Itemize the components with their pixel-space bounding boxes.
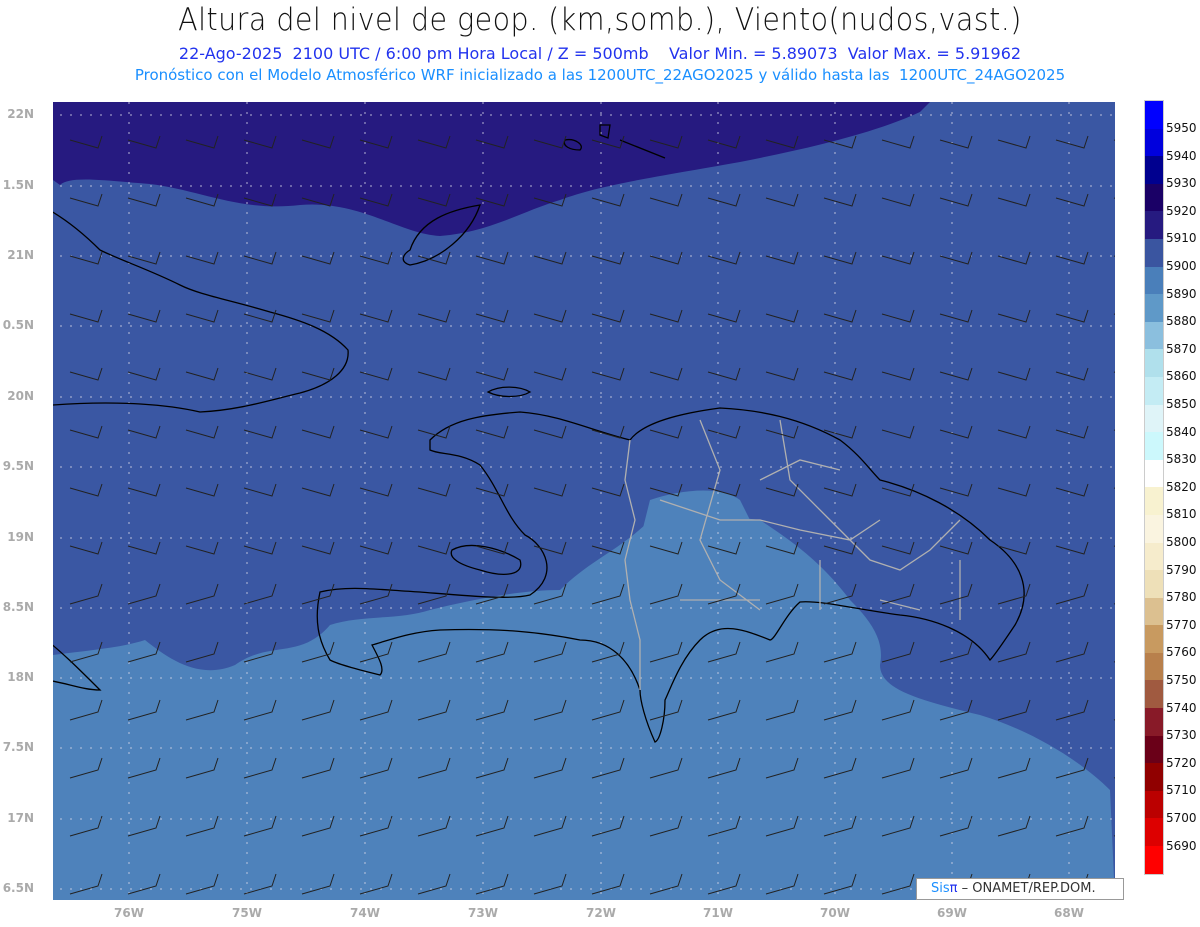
- wind-barb: [1113, 487, 1115, 489]
- colorbar-label: 5890: [1166, 286, 1197, 301]
- lon-tick-label: 68W: [1054, 906, 1084, 920]
- lat-tick-label: 20N: [7, 389, 34, 403]
- wind-barb: [1113, 139, 1115, 141]
- wind-barb: [1113, 661, 1115, 663]
- colorbar-segment: [1145, 680, 1163, 709]
- colorbar-segment: [1145, 101, 1163, 129]
- lat-tick-label: 17N: [7, 811, 34, 825]
- lon-tick-label: 73W: [468, 906, 498, 920]
- lat-tick-label: 7.5N: [2, 740, 34, 754]
- colorbar-segment: [1145, 294, 1163, 322]
- colorbar-label: 5910: [1166, 231, 1197, 246]
- colorbar-segment: [1145, 459, 1163, 488]
- lon-tick-label: 69W: [937, 906, 967, 920]
- colorbar-segment: [1145, 183, 1163, 212]
- colorbar-segment: [1145, 238, 1163, 267]
- colorbar: [1144, 100, 1164, 875]
- colorbar-label: 5900: [1166, 259, 1197, 273]
- colorbar-segment: [1145, 708, 1163, 736]
- colorbar-label: 5730: [1166, 728, 1197, 743]
- colorbar-segment: [1145, 156, 1163, 184]
- wind-barb: [1113, 603, 1115, 605]
- wind-barb: [1113, 371, 1115, 373]
- wind-barb: [1113, 545, 1115, 547]
- colorbar-segment: [1145, 349, 1163, 377]
- colorbar-label: 5940: [1166, 148, 1197, 163]
- colorbar-segment: [1145, 211, 1163, 239]
- colorbar-segment: [1145, 487, 1163, 515]
- colorbar-label: 5840: [1166, 424, 1197, 439]
- colorbar-segment: [1145, 514, 1163, 543]
- colorbar-segment: [1145, 625, 1163, 653]
- colorbar-segment: [1145, 652, 1163, 681]
- colorbar-label: 5710: [1166, 783, 1197, 798]
- lat-tick-label: 21N: [7, 248, 34, 262]
- colorbar-label: 5740: [1166, 700, 1197, 715]
- lon-tick-label: 74W: [350, 906, 380, 920]
- colorbar-label: 5830: [1166, 452, 1197, 467]
- wind-barb: [1113, 719, 1115, 721]
- lon-tick-label: 71W: [703, 906, 733, 920]
- colorbar-segment: [1145, 376, 1163, 405]
- colorbar-label: 5800: [1166, 535, 1197, 549]
- lat-tick-label: 1.5N: [2, 178, 34, 192]
- colorbar-label: 5760: [1166, 645, 1197, 660]
- colorbar-segment: [1145, 570, 1163, 598]
- lat-tick-label: 8.5N: [2, 600, 34, 614]
- lon-tick-label: 76W: [114, 906, 144, 920]
- colorbar-segment: [1145, 128, 1163, 157]
- wind-barb: [1113, 255, 1115, 257]
- credit-pi: π: [949, 881, 958, 896]
- wind-barb: [1113, 313, 1115, 315]
- lon-tick-label: 70W: [820, 906, 850, 920]
- lat-tick-label: 6.5N: [2, 881, 34, 895]
- colorbar-label: 5950: [1166, 121, 1197, 135]
- colorbar-label: 5870: [1166, 341, 1197, 356]
- colorbar-segment: [1145, 790, 1163, 819]
- colorbar-label: 5860: [1166, 369, 1197, 384]
- colorbar-segment: [1145, 321, 1163, 350]
- colorbar-segment: [1145, 542, 1163, 571]
- colorbar-label: 5930: [1166, 176, 1197, 191]
- colorbar-label: 5750: [1166, 673, 1197, 687]
- colorbar-segment: [1145, 432, 1163, 460]
- lon-tick-label: 72W: [586, 906, 616, 920]
- lon-tick-label: 75W: [232, 906, 262, 920]
- credit-org: – ONAMET/REP.DOM.: [961, 881, 1096, 896]
- colorbar-segment: [1145, 597, 1163, 626]
- colorbar-segment: [1145, 266, 1163, 295]
- lat-tick-label: 0.5N: [2, 318, 34, 332]
- colorbar-segment: [1145, 818, 1163, 847]
- colorbar-segment: [1145, 763, 1163, 791]
- colorbar-segment: [1145, 404, 1163, 433]
- wind-barb: [1113, 197, 1115, 199]
- colorbar-label: 5880: [1166, 314, 1197, 329]
- lat-tick-label: 19N: [7, 530, 34, 544]
- colorbar-label: 5820: [1166, 479, 1197, 494]
- colorbar-label: 5770: [1166, 617, 1197, 632]
- credit-sis: Sis: [931, 881, 950, 896]
- colorbar-label: 5780: [1166, 590, 1197, 605]
- colorbar-label: 5850: [1166, 397, 1197, 411]
- lat-tick-label: 22N: [7, 107, 34, 121]
- colorbar-segment: [1145, 735, 1163, 764]
- colorbar-label: 5920: [1166, 203, 1197, 218]
- colorbar-segment: [1145, 846, 1163, 874]
- lat-tick-label: 18N: [7, 670, 34, 684]
- colorbar-label: 5690: [1166, 838, 1197, 853]
- colorbar-label: 5720: [1166, 755, 1197, 770]
- wind-barb: [1113, 429, 1115, 431]
- wind-barb: [1113, 835, 1115, 837]
- lat-tick-label: 9.5N: [2, 459, 34, 473]
- colorbar-label: 5810: [1166, 507, 1197, 522]
- credit-logo: Sisπ – ONAMET/REP.DOM.: [916, 878, 1124, 900]
- wind-barb: [1113, 777, 1115, 779]
- colorbar-label: 5790: [1166, 562, 1197, 577]
- colorbar-label: 5700: [1166, 811, 1197, 825]
- map-plot: [53, 102, 1115, 900]
